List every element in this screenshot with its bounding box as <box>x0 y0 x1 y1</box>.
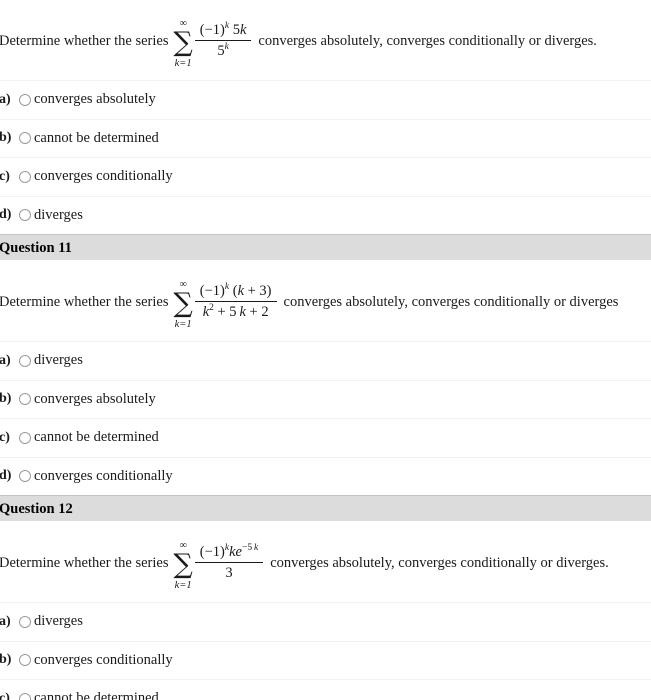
radio-button-q11-b[interactable] <box>19 393 31 406</box>
summation-symbol-q12: ∞ ∑ k=1 <box>174 537 193 591</box>
option-row-q11-b[interactable]: b) converges absolutely <box>0 379 651 419</box>
fraction-denominator-q10: 5k <box>194 40 252 60</box>
prompt-text-before-q12: Determine whether the series <box>0 554 169 571</box>
radio-button-q12-b[interactable] <box>19 654 31 667</box>
option-letter-q11-d: d) <box>0 468 12 484</box>
option-row-q12-a[interactable]: a) diverges <box>0 602 651 641</box>
option-row-q10-a[interactable]: a) converges absolutely <box>0 80 651 119</box>
question-prompt-q11: Determine whether the series∞ ∑ k=1 (−1)k (… <box>0 261 651 341</box>
option-row-q12-c[interactable]: c) cannot be determined <box>0 679 651 700</box>
radio-button-q10-a[interactable] <box>19 93 31 106</box>
option-row-q11-a[interactable]: a) diverges <box>0 341 651 380</box>
option-row-q10-b[interactable]: b) cannot be determined <box>0 118 651 158</box>
sigma-glyph-q11: ∑ <box>173 287 193 319</box>
sigma-lower-limit-q12: k=1 <box>174 579 192 591</box>
radio-button-q11-d[interactable] <box>19 470 31 483</box>
question-prompt-q10: Determine whether the series∞ ∑ k=1 (−1)k 5… <box>0 0 651 80</box>
option-label-q12-a[interactable]: diverges <box>34 613 83 630</box>
option-letter-q10-b: b) <box>0 130 12 146</box>
option-label-q10-d[interactable]: diverges <box>34 207 83 224</box>
option-row-q10-c[interactable]: c) converges conditionally <box>0 157 651 196</box>
radio-button-q10-d[interactable] <box>19 209 31 222</box>
fraction-q12: (−1)kke−5 k 3 <box>194 543 264 582</box>
scroll-content: Determine whether the series∞ ∑ k=1 (−1)k 5… <box>0 0 651 700</box>
option-label-q10-b[interactable]: cannot be determined <box>34 130 159 147</box>
option-letter-q11-a: a) <box>0 352 11 368</box>
option-label-q12-b[interactable]: converges conditionally <box>34 652 173 669</box>
sigma-lower-limit-q10: k=1 <box>174 57 192 69</box>
option-letter-q10-c: c) <box>0 168 10 184</box>
series-formula-q12: ∞ ∑ k=1 (−1)kke−5 k 3 <box>174 536 266 590</box>
prompt-text-after-q11: converges absolutely, converges conditio… <box>283 293 619 310</box>
option-row-q12-b[interactable]: b) converges conditionally <box>0 640 651 680</box>
option-letter-q12-b: b) <box>0 652 12 668</box>
option-label-q12-c[interactable]: cannot be determined <box>34 690 159 700</box>
option-label-q10-a[interactable]: converges absolutely <box>34 91 156 108</box>
option-label-q11-b[interactable]: converges absolutely <box>34 391 156 408</box>
option-letter-q10-d: d) <box>0 207 12 223</box>
option-letter-q12-c: c) <box>0 690 10 700</box>
option-row-q11-d[interactable]: d) converges conditionally <box>0 456 651 496</box>
option-label-q11-c[interactable]: cannot be determined <box>34 429 159 446</box>
fraction-denominator-q11: k2 + 5 k + 2 <box>194 301 277 321</box>
prompt-text-after-q12: converges absolutely, converges conditio… <box>270 554 609 571</box>
question-header-12: Question 12 <box>0 495 651 522</box>
fraction-q11: (−1)k (k + 3) k2 + 5 k + 2 <box>194 282 277 321</box>
fraction-numerator-q11: (−1)k (k + 3) <box>199 282 272 299</box>
prompt-text-after-q10: converges absolutely, converges conditio… <box>258 32 597 49</box>
radio-button-q10-b[interactable] <box>19 132 31 145</box>
quiz-page: Determine whether the series∞ ∑ k=1 (−1)k 5… <box>0 0 651 700</box>
fraction-q10: (−1)k 5k 5k <box>194 21 252 60</box>
option-row-q10-d[interactable]: d) diverges <box>0 195 651 235</box>
prompt-text-before-q11: Determine whether the series <box>0 293 169 310</box>
fraction-denominator-q12: 3 <box>194 562 264 582</box>
prompt-text-before-q10: Determine whether the series <box>0 32 169 49</box>
series-formula-q11: ∞ ∑ k=1 (−1)k (k + 3) k2 + 5 k + 2 <box>174 275 279 329</box>
option-letter-q11-c: c) <box>0 429 10 445</box>
radio-button-q10-c[interactable] <box>19 170 31 183</box>
fraction-numerator-q12: (−1)kke−5 k <box>199 543 259 560</box>
question-prompt-q12: Determine whether the series∞ ∑ k=1 (−1)kke… <box>0 522 651 602</box>
option-label-q11-d[interactable]: converges conditionally <box>34 468 173 485</box>
summation-symbol-q10: ∞ ∑ k=1 <box>174 15 193 69</box>
option-letter-q10-a: a) <box>0 91 11 107</box>
fraction-numerator-q10: (−1)k 5k <box>199 21 247 38</box>
sigma-glyph-q10: ∑ <box>173 26 193 58</box>
sigma-lower-limit-q11: k=1 <box>174 318 192 330</box>
option-label-q11-a[interactable]: diverges <box>34 352 83 369</box>
series-formula-q10: ∞ ∑ k=1 (−1)k 5k 5k <box>174 14 254 68</box>
sigma-glyph-q12: ∑ <box>173 548 193 580</box>
option-row-q11-c[interactable]: c) cannot be determined <box>0 418 651 457</box>
radio-button-q12-a[interactable] <box>19 615 31 628</box>
option-letter-q11-b: b) <box>0 391 12 407</box>
summation-symbol-q11: ∞ ∑ k=1 <box>174 276 193 330</box>
radio-button-q12-c[interactable] <box>19 692 31 700</box>
radio-button-q11-a[interactable] <box>19 354 31 367</box>
option-label-q10-c[interactable]: converges conditionally <box>34 168 173 185</box>
option-letter-q12-a: a) <box>0 613 11 629</box>
question-header-11: Question 11 <box>0 234 651 261</box>
radio-button-q11-c[interactable] <box>19 431 31 444</box>
